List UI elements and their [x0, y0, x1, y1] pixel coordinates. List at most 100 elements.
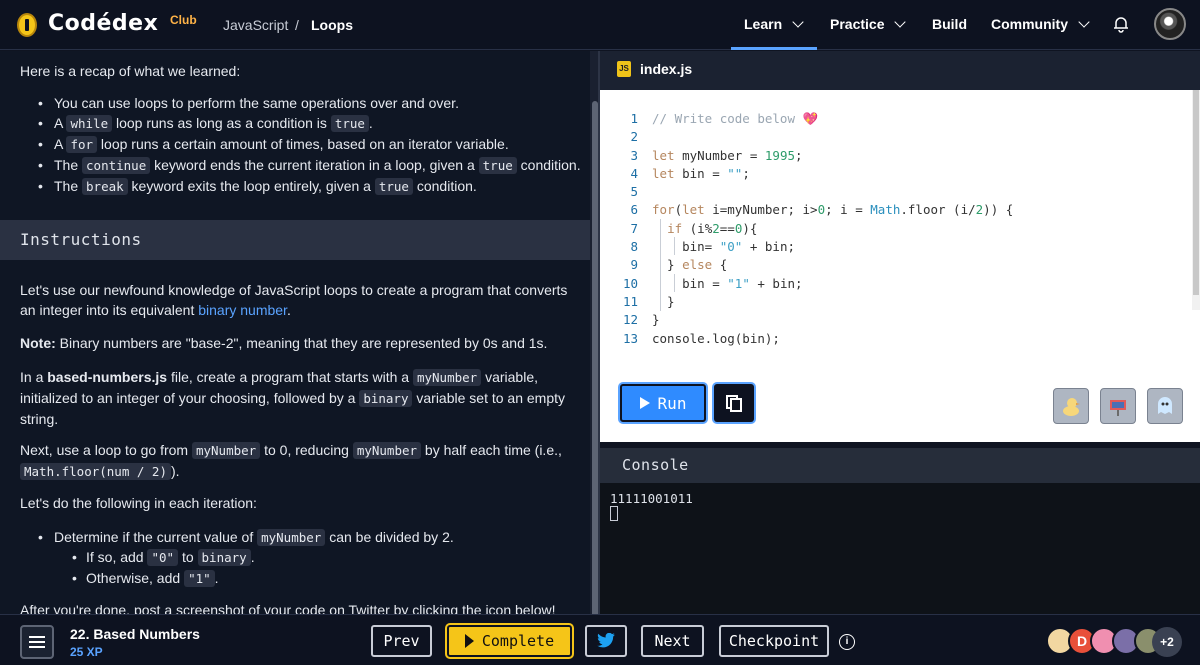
code-line[interactable]: 4 let bin = "";	[610, 165, 1013, 183]
code-text[interactable]: }	[652, 311, 660, 329]
nav-build-label: Build	[932, 16, 967, 32]
sub-steps: If so, add "0" to binary. Otherwise, add…	[72, 547, 582, 589]
mailbox-icon[interactable]	[1100, 388, 1136, 424]
inline-code: while	[66, 115, 113, 132]
user-avatar[interactable]	[1154, 8, 1186, 40]
editor-filename[interactable]: index.js	[640, 61, 692, 77]
recap-text: The	[54, 178, 83, 194]
menu-line	[29, 641, 45, 643]
nav-practice[interactable]: Practice	[830, 16, 907, 32]
recap-text: loop runs a certain amount of times, bas…	[97, 136, 509, 152]
instructions-heading: Instructions	[20, 230, 142, 249]
code-line[interactable]: 1 // Write code below 💖	[610, 110, 1013, 128]
line-number: 2	[630, 129, 638, 145]
code-text[interactable]: } else {	[652, 256, 727, 274]
code-text[interactable]: console.log(bin);	[652, 330, 780, 348]
line-number: 3	[630, 147, 638, 163]
code-text[interactable]: bin = "1" + bin;	[652, 275, 802, 293]
duck-pet-icon	[1063, 398, 1080, 416]
code-line[interactable]: 13 console.log(bin);	[610, 330, 1013, 348]
inline-code: myNumber	[412, 369, 482, 386]
code-text[interactable]: let bin = "";	[652, 165, 750, 183]
code-text[interactable]: for(let i=myNumber; i>0; i = Math.floor …	[652, 201, 1013, 219]
recap-text: loop runs as long as a condition is	[112, 115, 331, 131]
instructions-paragraph-6: After you're done, post a screenshot of …	[20, 602, 556, 614]
step-text: Determine if the current value of	[54, 529, 258, 545]
recap-item: You can use loops to perform the same op…	[38, 93, 586, 113]
instructions-header: Instructions	[0, 220, 590, 260]
nav-learn[interactable]: Learn	[744, 16, 804, 32]
code-line[interactable]: 8 bin= "0" + bin;	[610, 238, 1013, 256]
run-label: Run	[657, 393, 687, 413]
recap-list: You can use loops to perform the same op…	[38, 93, 586, 197]
code-lines[interactable]: 1 // Write code below 💖 2 3 let myNumber = 1…	[610, 110, 1013, 348]
code-line[interactable]: 2	[610, 128, 1013, 146]
copy-code-button[interactable]	[714, 384, 754, 422]
iteration-steps: Determine if the current value of myNumb…	[38, 527, 586, 548]
substep-text-3: .	[250, 549, 255, 565]
recap-text: The	[54, 157, 83, 173]
recap-text: .	[368, 115, 373, 131]
lesson-title: 22. Based Numbers	[70, 626, 200, 642]
console-cursor[interactable]	[610, 506, 618, 521]
breadcrumb-course[interactable]: JavaScript	[223, 17, 288, 33]
run-button[interactable]: Run	[620, 384, 706, 422]
twitter-share-button[interactable]	[585, 625, 627, 657]
code-line[interactable]: 5	[610, 183, 1013, 201]
nav-build[interactable]: Build	[932, 16, 967, 32]
code-line[interactable]: 10 bin = "1" + bin;	[610, 275, 1013, 293]
more-avatars-badge[interactable]: +2	[1152, 627, 1182, 657]
complete-button[interactable]: Complete	[447, 625, 572, 657]
list-item: If so, add "0" to binary.	[72, 547, 582, 568]
code-text[interactable]: bin= "0" + bin;	[652, 238, 795, 256]
prev-button[interactable]: Prev	[371, 625, 432, 657]
ghost-pet-icon	[1158, 397, 1172, 414]
code-text[interactable]: if (i%2==0){	[652, 220, 757, 238]
recap-item: A for loop runs a certain amount of time…	[38, 134, 586, 155]
p1-end: .	[286, 302, 291, 318]
code-text[interactable]: // Write code below 💖	[652, 110, 818, 128]
instructions-paragraph-5: Let's do the following in each iteration…	[20, 495, 257, 511]
inline-code: true	[330, 115, 369, 132]
line-number: 12	[622, 312, 638, 328]
scrollbar-thumb[interactable]	[1193, 90, 1199, 295]
duck-icon[interactable]	[1053, 388, 1089, 424]
line-number: 5	[630, 184, 638, 200]
bell-icon[interactable]	[1113, 15, 1129, 33]
chevron-down-icon	[894, 16, 907, 28]
code-line[interactable]: 7 if (i%2==0){	[610, 220, 1013, 238]
chevron-down-icon	[1078, 16, 1090, 28]
recap-text: A	[54, 115, 67, 131]
editor-scrollbar[interactable]	[1192, 90, 1200, 310]
code-line[interactable]: 12}	[610, 311, 1013, 329]
lesson-menu-button[interactable]	[20, 625, 54, 659]
recap-text: condition.	[412, 178, 477, 194]
step-text-2: can be divided by 2.	[325, 529, 454, 545]
code-line[interactable]: 11 }	[610, 293, 1013, 311]
next-label: Next	[654, 632, 691, 650]
line-number: 1	[630, 111, 638, 126]
info-icon[interactable]: i	[839, 634, 855, 650]
checkpoint-label: Checkpoint	[728, 632, 820, 650]
js-file-icon: JS	[617, 61, 631, 77]
code-text[interactable]: let myNumber = 1995;	[652, 147, 803, 165]
nav-community-label: Community	[991, 16, 1068, 32]
code-line[interactable]: 6 for(let i=myNumber; i>0; i = Math.floor…	[610, 201, 1013, 219]
ghost-icon[interactable]	[1147, 388, 1183, 424]
next-button[interactable]: Next	[641, 625, 704, 657]
p4-text: Next, use a loop to go from	[20, 442, 192, 458]
checkpoint-button[interactable]: Checkpoint	[719, 625, 829, 657]
code-line[interactable]: 9 } else {	[610, 256, 1013, 274]
code-text[interactable]: }	[652, 293, 675, 311]
inline-code: Math.floor(num / 2)	[20, 463, 171, 480]
nav-community[interactable]: Community	[991, 16, 1090, 32]
p4-text-2: to 0, reducing	[260, 442, 353, 458]
inline-code: break	[82, 178, 128, 195]
mailbox-pet-icon	[1110, 400, 1126, 416]
binary-number-link[interactable]: binary number	[198, 302, 287, 318]
console-header: Console	[600, 448, 1200, 483]
instructions-paragraph-3: In a based-numbers.js file, create a pro…	[20, 367, 580, 429]
code-line[interactable]: 3 let myNumber = 1995;	[610, 147, 1013, 165]
codedex-coin-logo-icon[interactable]	[17, 13, 37, 37]
brand-name[interactable]: Codédex	[48, 11, 158, 36]
